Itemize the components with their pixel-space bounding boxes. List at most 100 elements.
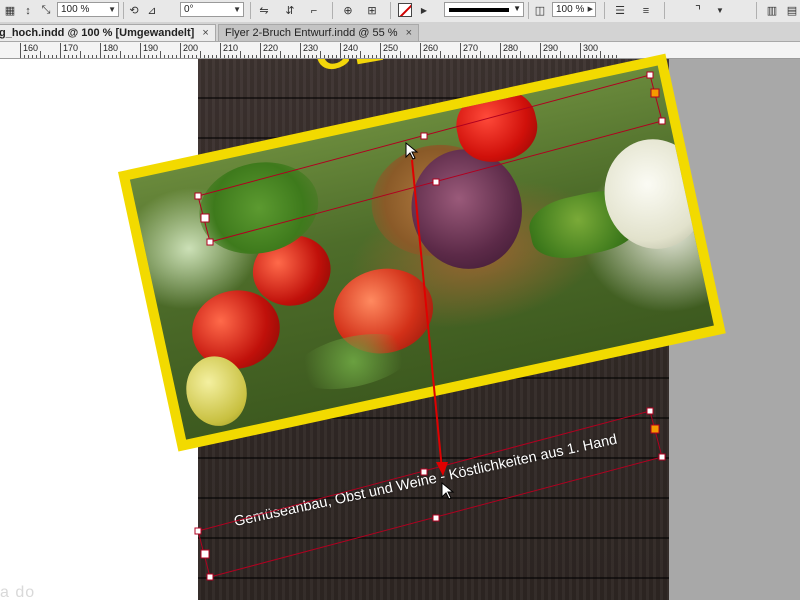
ruler-minor-tick — [532, 55, 533, 58]
flip-vertical-icon[interactable]: ⇵ — [282, 3, 298, 18]
grid-icon[interactable]: ▤ — [784, 3, 800, 18]
selection-handle[interactable] — [646, 407, 654, 415]
selection-handle[interactable] — [194, 527, 202, 535]
ruler-minor-tick — [88, 55, 89, 58]
ruler-label: 280 — [503, 43, 519, 53]
columns-icon[interactable]: ▥ — [764, 3, 780, 18]
ruler-minor-tick — [604, 55, 605, 58]
ruler-minor-tick — [384, 55, 385, 58]
ruler-minor-tick — [428, 55, 429, 58]
ruler-minor-tick — [552, 55, 553, 58]
ruler-minor-tick — [284, 55, 285, 58]
tab-document-hoch[interactable]: g_hoch.indd @ 100 % [Umgewandelt] × — [0, 24, 216, 41]
ruler-label: 230 — [303, 43, 319, 53]
selection-handle[interactable] — [432, 178, 440, 186]
ruler-minor-tick — [608, 55, 609, 58]
opacity-icon[interactable]: ◫ — [532, 3, 548, 18]
out-port-icon[interactable] — [650, 424, 660, 434]
ruler-minor-tick — [224, 55, 225, 58]
ruler-minor-tick — [44, 55, 45, 58]
selection-handle[interactable] — [658, 453, 666, 461]
ruler-label: 300 — [583, 43, 599, 53]
ruler-minor-tick — [184, 55, 185, 58]
ruler-minor-tick — [404, 55, 405, 58]
ruler-minor-tick — [456, 55, 457, 58]
chevron-down-icon[interactable]: ▼ — [513, 4, 521, 13]
ruler-minor-tick — [164, 55, 165, 58]
chevron-right-icon[interactable]: ▶ — [416, 3, 432, 18]
ruler-minor-tick — [508, 55, 509, 58]
in-port-icon[interactable] — [200, 549, 210, 559]
selection-handle[interactable] — [206, 573, 214, 581]
ruler-minor-tick — [40, 51, 41, 58]
out-port-icon[interactable] — [650, 88, 660, 98]
ruler-minor-tick — [136, 55, 137, 58]
scale-icon[interactable]: ⤡ — [38, 3, 54, 18]
align-center-icon[interactable]: ≡ — [638, 3, 654, 18]
ruler-minor-tick — [296, 55, 297, 58]
flip-horizontal-icon[interactable]: ⇋ — [256, 3, 272, 18]
ruler-minor-tick — [536, 55, 537, 58]
ruler-minor-tick — [568, 55, 569, 58]
chevron-right-icon[interactable]: ▶ — [588, 3, 593, 16]
rotate-icon[interactable]: ⟲ — [126, 3, 142, 18]
selection-handle[interactable] — [420, 468, 428, 476]
scale-x-field[interactable]: 100 % ▼ — [57, 2, 119, 17]
scale-x-arrow-icon[interactable]: ↕ — [20, 3, 36, 18]
divider — [604, 2, 605, 19]
ruler-minor-tick — [264, 55, 265, 58]
ruler-major-tick — [340, 43, 341, 58]
horizontal-ruler[interactable]: 160 170 180 190 200 210 220 230 240 250 260 270 280 2… — [0, 42, 800, 59]
close-icon[interactable]: × — [406, 27, 412, 39]
ruler-minor-tick — [560, 51, 561, 58]
ruler-label: 290 — [543, 43, 559, 53]
ruler-minor-tick — [504, 55, 505, 58]
ruler-minor-tick — [464, 55, 465, 58]
banner-text-bottom[interactable]: Gemüseanbau, Obst und Weine - Köstlichke… — [233, 432, 619, 530]
ruler-minor-tick — [236, 55, 237, 58]
shear-icon[interactable]: ⊿ — [144, 3, 160, 18]
stroke-color-swatch[interactable] — [398, 3, 412, 17]
divider — [756, 2, 757, 19]
selection-handle[interactable] — [420, 132, 428, 140]
ruler-minor-tick — [104, 55, 105, 58]
ruler-minor-tick — [212, 55, 213, 58]
ruler-minor-tick — [84, 55, 85, 58]
ruler-minor-tick — [28, 55, 29, 58]
ruler-minor-tick — [52, 55, 53, 58]
rotation-angle-field[interactable]: 0° ▼ — [180, 2, 244, 17]
selection-handle[interactable] — [194, 192, 202, 200]
ruler-minor-tick — [584, 55, 585, 58]
tab-flyer-entwurf[interactable]: Flyer 2-Bruch Entwurf.indd @ 55 % × — [218, 24, 420, 41]
ruler-minor-tick — [276, 55, 277, 58]
close-icon[interactable]: × — [202, 27, 208, 39]
headline-text[interactable]: GESU — [310, 59, 456, 82]
corner-options-icon[interactable]: ⌝ — [690, 3, 706, 18]
selection-handle[interactable] — [658, 117, 666, 125]
ruler-minor-tick — [268, 55, 269, 58]
reference-point-icon[interactable]: ▦ — [2, 3, 18, 18]
ruler-minor-tick — [112, 55, 113, 58]
chevron-down-icon[interactable]: ▼ — [712, 3, 728, 18]
text-wrap-icon[interactable]: ☰ — [612, 3, 628, 18]
opacity-field[interactable]: 100 % ▶ — [552, 2, 596, 17]
select-content-icon[interactable]: ⊞ — [364, 3, 380, 18]
selection-handle[interactable] — [206, 238, 214, 246]
ruler-minor-tick — [452, 55, 453, 58]
ruler-minor-tick — [388, 55, 389, 58]
frame-corner-icon[interactable]: ⌐ — [306, 3, 322, 18]
ruler-minor-tick — [392, 55, 393, 58]
selection-handle[interactable] — [432, 514, 440, 522]
in-port-icon[interactable] — [200, 213, 210, 223]
selection-handle[interactable] — [646, 71, 654, 79]
ruler-minor-tick — [36, 55, 37, 58]
chevron-down-icon[interactable]: ▼ — [233, 3, 241, 16]
chevron-down-icon[interactable]: ▼ — [108, 3, 116, 16]
select-container-icon[interactable]: ⊕ — [340, 3, 356, 18]
stroke-style-dropdown[interactable]: ▼ — [444, 2, 524, 17]
ruler-minor-tick — [188, 55, 189, 58]
ruler-minor-tick — [496, 55, 497, 58]
ruler-major-tick — [380, 43, 381, 58]
ruler-minor-tick — [148, 55, 149, 58]
ruler-minor-tick — [520, 51, 521, 58]
